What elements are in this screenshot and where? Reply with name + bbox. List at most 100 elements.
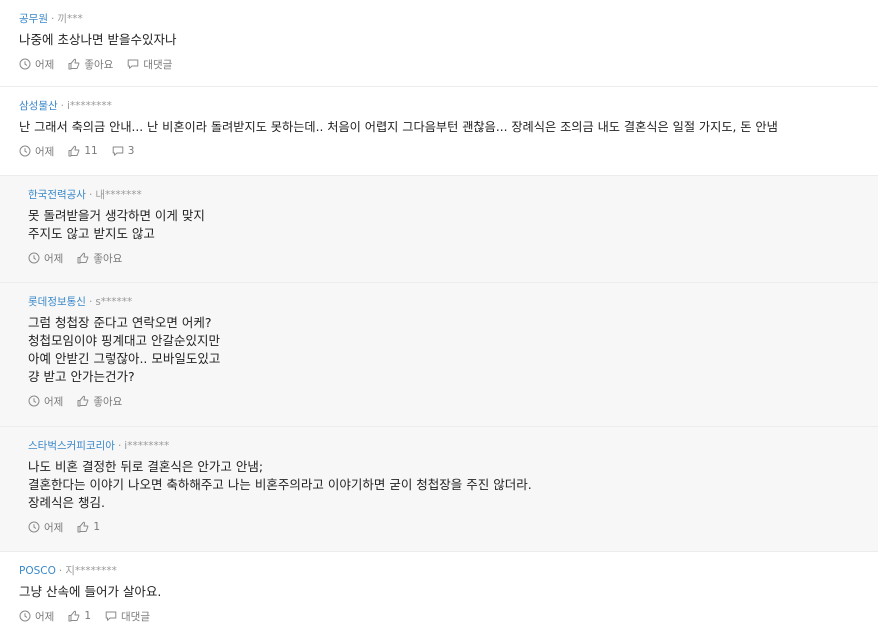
comment-body: 난 그래서 축의금 안내... 난 비혼이라 돌려받지도 못하는데.. 처음이 … [19, 118, 859, 136]
timestamp: 어제 [28, 251, 63, 266]
comment-meta: 삼성물산 · i******** [19, 99, 859, 113]
comment-text-line: 나도 비혼 결정한 뒤로 결혼식은 안가고 안냄; [28, 459, 264, 474]
comment-text-line: 못 돌려받을거 생각하면 이게 맞지 [28, 208, 205, 223]
like-label: 좋아요 [93, 252, 123, 265]
speech-bubble-icon [112, 145, 124, 157]
company-name[interactable]: 한국전력공사 [28, 189, 86, 201]
comment: POSCO · 지******** 그냥 산속에 들어가 살아요. 어제 1 대… [0, 552, 878, 630]
clock-icon [19, 58, 31, 70]
comment-meta: 한국전력공사 · 내******* [28, 188, 859, 202]
comment-actions: 어제 1 대댓글 [19, 607, 859, 625]
meta-separator: · [50, 13, 55, 25]
like-count: 1 [93, 521, 101, 533]
like-label: 좋아요 [84, 58, 114, 71]
comment-text-line: 아예 안받긴 그렇잖아.. 모바일도있고 [28, 351, 221, 366]
clock-icon [19, 145, 31, 157]
reply-comment: 롯데정보통신 · s****** 그럼 청첩장 준다고 연락오면 어케? 청첩모임이… [0, 283, 878, 427]
user-id: 지******** [65, 565, 117, 577]
like-button[interactable]: 좋아요 [77, 251, 122, 266]
comment-body: 나도 비혼 결정한 뒤로 결혼식은 안가고 안냄; 결혼한다는 이야기 나오면 … [28, 458, 859, 512]
clock-icon [28, 521, 40, 533]
comment-text: 난 그래서 축의금 안내... 난 비혼이라 돌려받지도 못하는데.. 처음이 … [19, 120, 778, 134]
reply-button[interactable]: 3 [112, 145, 135, 157]
user-id: i******** [66, 100, 112, 112]
comment-text: 그냥 산속에 들어가 살아요. [19, 584, 162, 599]
like-button[interactable]: 11 [68, 145, 98, 157]
meta-separator: · [58, 565, 63, 577]
meta-separator: · [117, 440, 122, 452]
reply-label: 대댓글 [121, 610, 150, 623]
timestamp: 어제 [28, 394, 63, 409]
comment-body: 나중에 초상나면 받을수있자나 [19, 31, 859, 49]
like-count: 1 [84, 610, 92, 622]
thumbs-up-icon [77, 395, 89, 407]
company-name[interactable]: POSCO [19, 565, 56, 577]
timestamp: 어제 [19, 144, 54, 159]
thumbs-up-icon [68, 145, 80, 157]
comment: 공무원 · 끼*** 나중에 초상나면 받을수있자나 어제 좋아요 대댓글 [0, 0, 878, 87]
timestamp-text: 어제 [35, 610, 55, 623]
reply-button[interactable]: 대댓글 [127, 57, 172, 72]
thumbs-up-icon [77, 521, 89, 533]
comment-actions: 어제 좋아요 [28, 392, 859, 410]
comment: 삼성물산 · i******** 난 그래서 축의금 안내... 난 비혼이라 돌려… [0, 87, 878, 176]
comment-text-line: 걍 받고 안가는건가? [28, 369, 135, 384]
comment-meta: 스타벅스커피코리아 · i******** [28, 439, 859, 453]
comment-actions: 어제 11 3 [19, 142, 859, 160]
comment-actions: 어제 좋아요 대댓글 [19, 55, 859, 73]
clock-icon [28, 395, 40, 407]
like-button[interactable]: 좋아요 [77, 394, 122, 409]
meta-separator: · [60, 100, 64, 112]
thumbs-up-icon [77, 252, 89, 264]
timestamp-text: 어제 [44, 252, 64, 265]
timestamp: 어제 [19, 609, 54, 624]
like-label: 좋아요 [93, 395, 123, 408]
speech-bubble-icon [105, 610, 117, 622]
reply-label: 대댓글 [143, 58, 173, 71]
company-name[interactable]: 공무원 [19, 13, 48, 25]
comment-thread: 공무원 · 끼*** 나중에 초상나면 받을수있자나 어제 좋아요 대댓글 삼성… [0, 0, 878, 630]
comment-actions: 어제 1 [28, 518, 859, 536]
reply-button[interactable]: 대댓글 [105, 609, 150, 624]
reply-count: 3 [127, 145, 135, 157]
timestamp-text: 어제 [35, 145, 55, 158]
comment-text: 나중에 초상나면 받을수있자나 [19, 32, 177, 47]
like-count: 11 [84, 145, 98, 157]
clock-icon [28, 252, 40, 264]
comment-body: 그럼 청첩장 준다고 연락오면 어케? 청첩모임이야 핑계대고 안갈순있지만 아… [28, 314, 859, 386]
speech-bubble-icon [127, 58, 139, 70]
timestamp-text: 어제 [44, 395, 64, 408]
user-id: 끼*** [57, 13, 83, 25]
meta-separator: · [88, 296, 93, 308]
comment-actions: 어제 좋아요 [28, 249, 859, 267]
meta-separator: · [88, 189, 93, 201]
reply-comment: 한국전력공사 · 내******* 못 돌려받을거 생각하면 이게 맞지 주지도 않… [0, 176, 878, 283]
comment-body: 못 돌려받을거 생각하면 이게 맞지 주지도 않고 받지도 않고 [28, 207, 859, 243]
company-name[interactable]: 스타벅스커피코리아 [28, 440, 115, 452]
comment-text-line: 주지도 않고 받지도 않고 [28, 226, 155, 241]
like-button[interactable]: 1 [77, 521, 100, 533]
thumbs-up-icon [68, 58, 80, 70]
user-id: s****** [95, 296, 133, 308]
timestamp-text: 어제 [35, 58, 55, 71]
timestamp: 어제 [28, 520, 63, 535]
user-id: i******** [124, 440, 170, 452]
comment-text-line: 장례식은 챙김. [28, 495, 105, 510]
like-button[interactable]: 좋아요 [68, 57, 113, 72]
comment-text-line: 결혼한다는 이야기 나오면 축하해주고 나는 비혼주의라고 이야기하면 굳이 청… [28, 477, 532, 492]
comment-meta: 공무원 · 끼*** [19, 12, 859, 26]
company-name[interactable]: 삼성물산 [19, 100, 58, 112]
company-name[interactable]: 롯데정보통신 [28, 296, 86, 308]
clock-icon [19, 610, 31, 622]
thumbs-up-icon [68, 610, 80, 622]
timestamp: 어제 [19, 57, 54, 72]
reply-comment: 스타벅스커피코리아 · i******** 나도 비혼 결정한 뒤로 결혼식은 안가… [0, 427, 878, 552]
like-button[interactable]: 1 [68, 610, 91, 622]
comment-meta: POSCO · 지******** [19, 564, 859, 578]
user-id: 내******* [95, 189, 142, 201]
comment-text-line: 그럼 청첩장 준다고 연락오면 어케? [28, 315, 212, 330]
comment-body: 그냥 산속에 들어가 살아요. [19, 583, 859, 601]
comment-meta: 롯데정보통신 · s****** [28, 295, 859, 309]
timestamp-text: 어제 [44, 521, 64, 534]
comment-text-line: 청첩모임이야 핑계대고 안갈순있지만 [28, 333, 220, 348]
